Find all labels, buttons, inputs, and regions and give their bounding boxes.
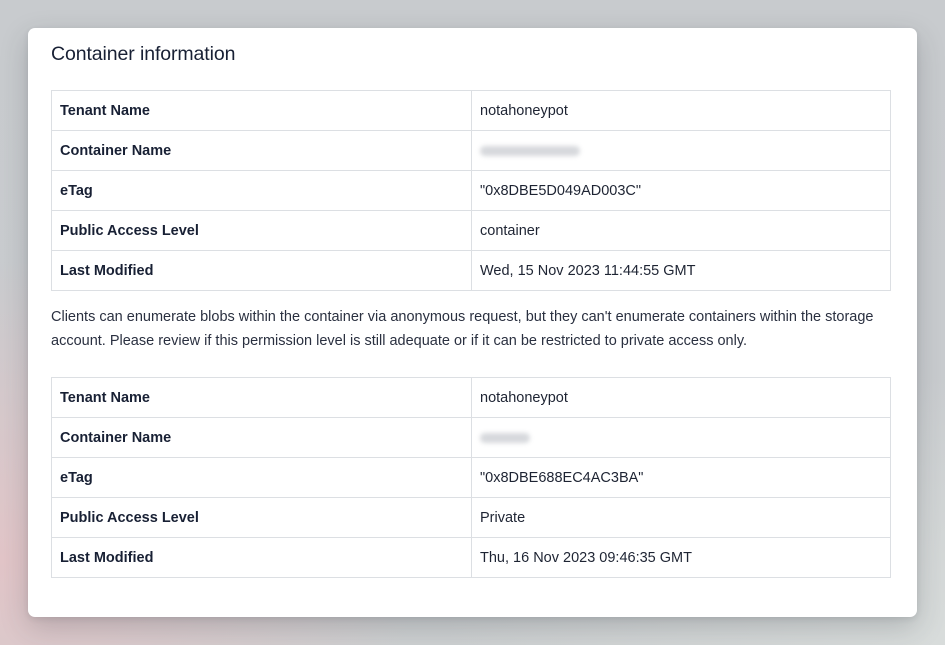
row-key-container-name: Container Name bbox=[51, 417, 472, 458]
row-value-tenant-name: notahoneypot bbox=[471, 90, 891, 131]
table-row: Public Access Level Private bbox=[51, 497, 891, 538]
row-key-tenant-name: Tenant Name bbox=[51, 377, 472, 418]
row-value-last-modified: Thu, 16 Nov 2023 09:46:35 GMT bbox=[471, 537, 891, 578]
table-row: Container Name bbox=[51, 130, 891, 171]
access-level-description: Clients can enumerate blobs within the c… bbox=[51, 309, 874, 349]
row-value-last-modified: Wed, 15 Nov 2023 11:44:55 GMT bbox=[471, 250, 891, 291]
row-key-public-access-level: Public Access Level bbox=[51, 210, 472, 251]
redacted-value-blur bbox=[480, 145, 580, 156]
row-key-etag: eTag bbox=[51, 457, 472, 498]
table-row: Tenant Name notahoneypot bbox=[51, 377, 891, 418]
table-row: Container Name bbox=[51, 417, 891, 458]
table-row: Tenant Name notahoneypot bbox=[51, 90, 891, 131]
row-value-etag: "0x8DBE5D049AD003C" bbox=[471, 170, 891, 211]
row-key-last-modified: Last Modified bbox=[51, 250, 472, 291]
table-row: eTag "0x8DBE688EC4AC3BA" bbox=[51, 457, 891, 498]
table-row: Last Modified Wed, 15 Nov 2023 11:44:55 … bbox=[51, 250, 891, 291]
row-key-last-modified: Last Modified bbox=[51, 537, 472, 578]
row-key-public-access-level: Public Access Level bbox=[51, 497, 472, 538]
row-value-tenant-name: notahoneypot bbox=[471, 377, 891, 418]
row-value-container-name bbox=[471, 417, 891, 458]
table-row: eTag "0x8DBE5D049AD003C" bbox=[51, 170, 891, 211]
row-value-public-access-level: Private bbox=[471, 497, 891, 538]
row-key-tenant-name: Tenant Name bbox=[51, 90, 472, 131]
row-value-public-access-level: container bbox=[471, 210, 891, 251]
table-row: Last Modified Thu, 16 Nov 2023 09:46:35 … bbox=[51, 537, 891, 578]
row-value-etag: "0x8DBE688EC4AC3BA" bbox=[471, 457, 891, 498]
table-row: Public Access Level container bbox=[51, 210, 891, 251]
redacted-value-blur bbox=[480, 432, 530, 443]
container-info-table: Tenant Name notahoneypot Container Name … bbox=[51, 90, 891, 291]
container-info-table: Tenant Name notahoneypot Container Name … bbox=[51, 377, 891, 578]
card-title: Container information bbox=[51, 43, 236, 65]
container-info-card: Container information Tenant Name notaho… bbox=[28, 28, 917, 617]
row-value-container-name bbox=[471, 130, 891, 171]
row-key-etag: eTag bbox=[51, 170, 472, 211]
row-key-container-name: Container Name bbox=[51, 130, 472, 171]
